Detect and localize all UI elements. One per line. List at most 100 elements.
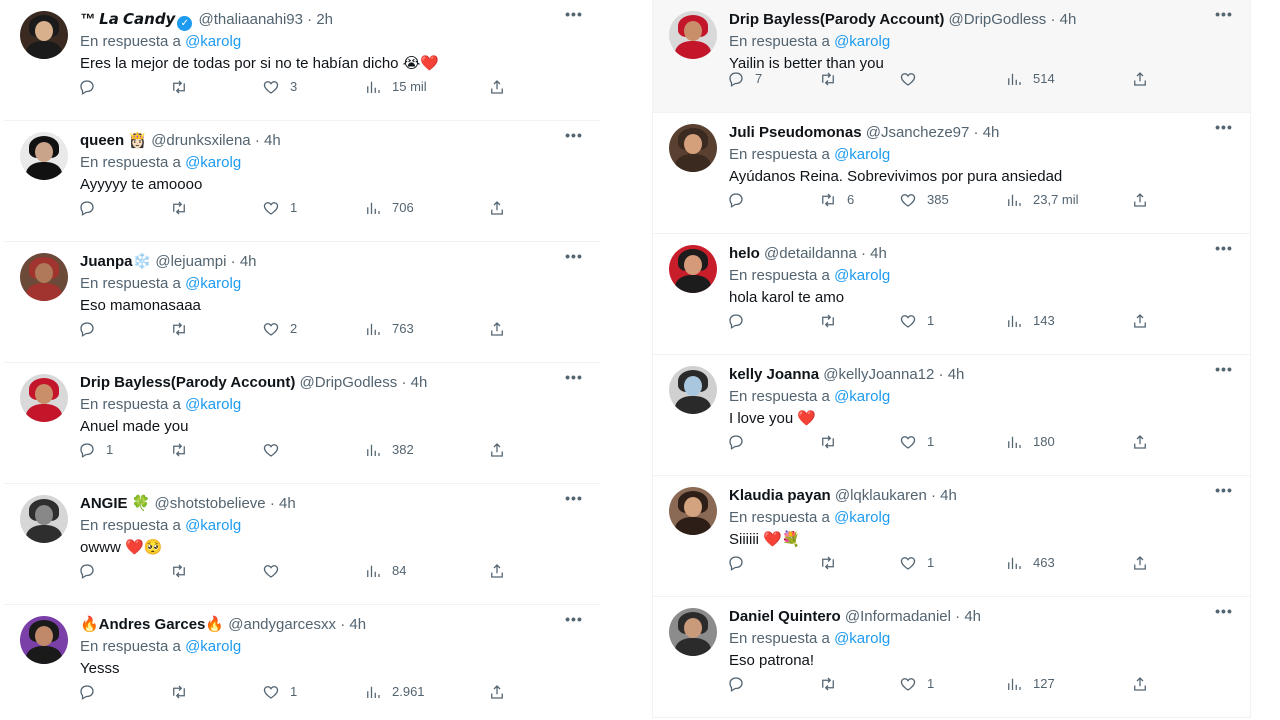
display-name[interactable]: Drip Bayless(Parody Account) [729,11,944,28]
retweet-button[interactable] [170,197,198,219]
avatar[interactable] [20,253,68,301]
display-name[interactable]: Juanpa❄️ [80,253,151,270]
reply-tweet[interactable]: Daniel Quintero @Informadaniel · 4h En r… [653,597,1250,718]
like-button[interactable] [262,560,290,582]
reply-button[interactable] [727,552,755,574]
more-icon[interactable]: ••• [564,6,584,26]
mention-link[interactable]: @karolg [185,517,241,534]
mention-link[interactable]: @karolg [185,396,241,413]
user-handle[interactable]: @DripGodless [300,374,398,391]
like-button[interactable]: 3 [262,76,297,98]
user-handle[interactable]: @thaliaanahi93 [199,11,303,28]
timestamp[interactable]: 4h [1060,11,1077,28]
display-name[interactable]: ™ 𝙇𝙖 𝘾𝙖𝙣𝙙𝙮 [80,11,175,28]
avatar[interactable] [20,495,68,543]
retweet-button[interactable] [819,68,847,90]
reply-button[interactable]: 7 [727,68,762,90]
reply-button[interactable] [78,76,106,98]
reply-tweet[interactable]: ™ 𝙇𝙖 𝘾𝙖𝙣𝙙𝙮 ✓ @thaliaanahi93 · 2h En respu… [4,0,600,121]
display-name[interactable]: Juli Pseudomonas [729,124,862,141]
more-icon[interactable]: ••• [1214,361,1234,381]
user-handle[interactable]: @Jsancheze97 [866,124,970,141]
like-button[interactable] [262,439,290,461]
reply-tweet[interactable]: Juli Pseudomonas @Jsancheze97 · 4h En re… [653,113,1250,234]
more-icon[interactable]: ••• [1214,482,1234,502]
more-icon[interactable]: ••• [564,127,584,147]
timestamp[interactable]: 4h [264,132,281,149]
retweet-button[interactable] [170,76,198,98]
more-icon[interactable]: ••• [1214,6,1234,26]
views-button[interactable]: 127 [1005,673,1055,695]
mention-link[interactable]: @karolg [834,630,890,647]
views-button[interactable]: 706 [364,197,414,219]
share-button[interactable] [488,197,506,219]
more-icon[interactable]: ••• [564,611,584,631]
retweet-button[interactable] [170,318,198,340]
user-handle[interactable]: @DripGodless [949,11,1047,28]
display-name[interactable]: queen 👸🏻 [80,132,147,149]
display-name[interactable]: 🔥Andres Garces🔥 [80,616,224,633]
user-handle[interactable]: @shotstobelieve [155,495,266,512]
mention-link[interactable]: @karolg [185,638,241,655]
reply-button[interactable] [78,318,106,340]
reply-button[interactable] [78,197,106,219]
avatar[interactable] [669,11,717,59]
timestamp[interactable]: 4h [964,608,981,625]
reply-button[interactable] [727,673,755,695]
views-button[interactable]: 763 [364,318,414,340]
share-button[interactable] [1131,552,1149,574]
views-button[interactable]: 382 [364,439,414,461]
share-button[interactable] [488,681,506,703]
user-handle[interactable]: @drunksxilena [151,132,250,149]
timestamp[interactable]: 4h [411,374,428,391]
share-button[interactable] [1131,431,1149,453]
avatar[interactable] [669,366,717,414]
avatar[interactable] [669,487,717,535]
avatar[interactable] [20,616,68,664]
mention-link[interactable]: @karolg [834,388,890,405]
reply-tweet[interactable]: Drip Bayless(Parody Account) @DripGodles… [653,0,1250,113]
display-name[interactable]: Daniel Quintero [729,608,841,625]
reply-button[interactable] [727,431,755,453]
share-button[interactable] [1131,673,1149,695]
retweet-button[interactable] [819,431,847,453]
like-button[interactable]: 1 [262,197,297,219]
reply-button[interactable] [78,681,106,703]
share-button[interactable] [1131,189,1149,211]
retweet-button[interactable]: 6 [819,189,854,211]
mention-link[interactable]: @karolg [834,146,890,163]
share-button[interactable] [1131,68,1149,90]
timestamp[interactable]: 4h [279,495,296,512]
retweet-button[interactable] [170,681,198,703]
mention-link[interactable]: @karolg [834,509,890,526]
reply-tweet[interactable]: Klaudia payan @lqklaukaren · 4h En respu… [653,476,1250,597]
views-button[interactable]: 463 [1005,552,1055,574]
more-icon[interactable]: ••• [564,490,584,510]
avatar[interactable] [669,124,717,172]
more-icon[interactable]: ••• [564,369,584,389]
display-name[interactable]: helo [729,245,760,262]
reply-tweet[interactable]: ANGIE 🍀 @shotstobelieve · 4h En respuest… [4,484,600,605]
avatar[interactable] [669,608,717,656]
share-button[interactable] [488,76,506,98]
mention-link[interactable]: @karolg [185,33,241,50]
like-button[interactable]: 2 [262,318,297,340]
retweet-button[interactable] [170,439,198,461]
views-button[interactable]: 143 [1005,310,1055,332]
share-button[interactable] [488,318,506,340]
mention-link[interactable]: @karolg [185,275,241,292]
timestamp[interactable]: 4h [940,487,957,504]
retweet-button[interactable] [170,560,198,582]
timestamp[interactable]: 4h [983,124,1000,141]
more-icon[interactable]: ••• [1214,240,1234,260]
retweet-button[interactable] [819,310,847,332]
views-button[interactable]: 2.961 [364,681,425,703]
views-button[interactable]: 84 [364,560,406,582]
reply-button[interactable] [727,189,755,211]
like-button[interactable]: 1 [899,431,934,453]
user-handle[interactable]: @detaildanna [764,245,857,262]
user-handle[interactable]: @andygarcesxx [228,616,336,633]
reply-tweet[interactable]: Drip Bayless(Parody Account) @DripGodles… [4,363,600,484]
display-name[interactable]: Drip Bayless(Parody Account) [80,374,295,391]
mention-link[interactable]: @karolg [834,267,890,284]
